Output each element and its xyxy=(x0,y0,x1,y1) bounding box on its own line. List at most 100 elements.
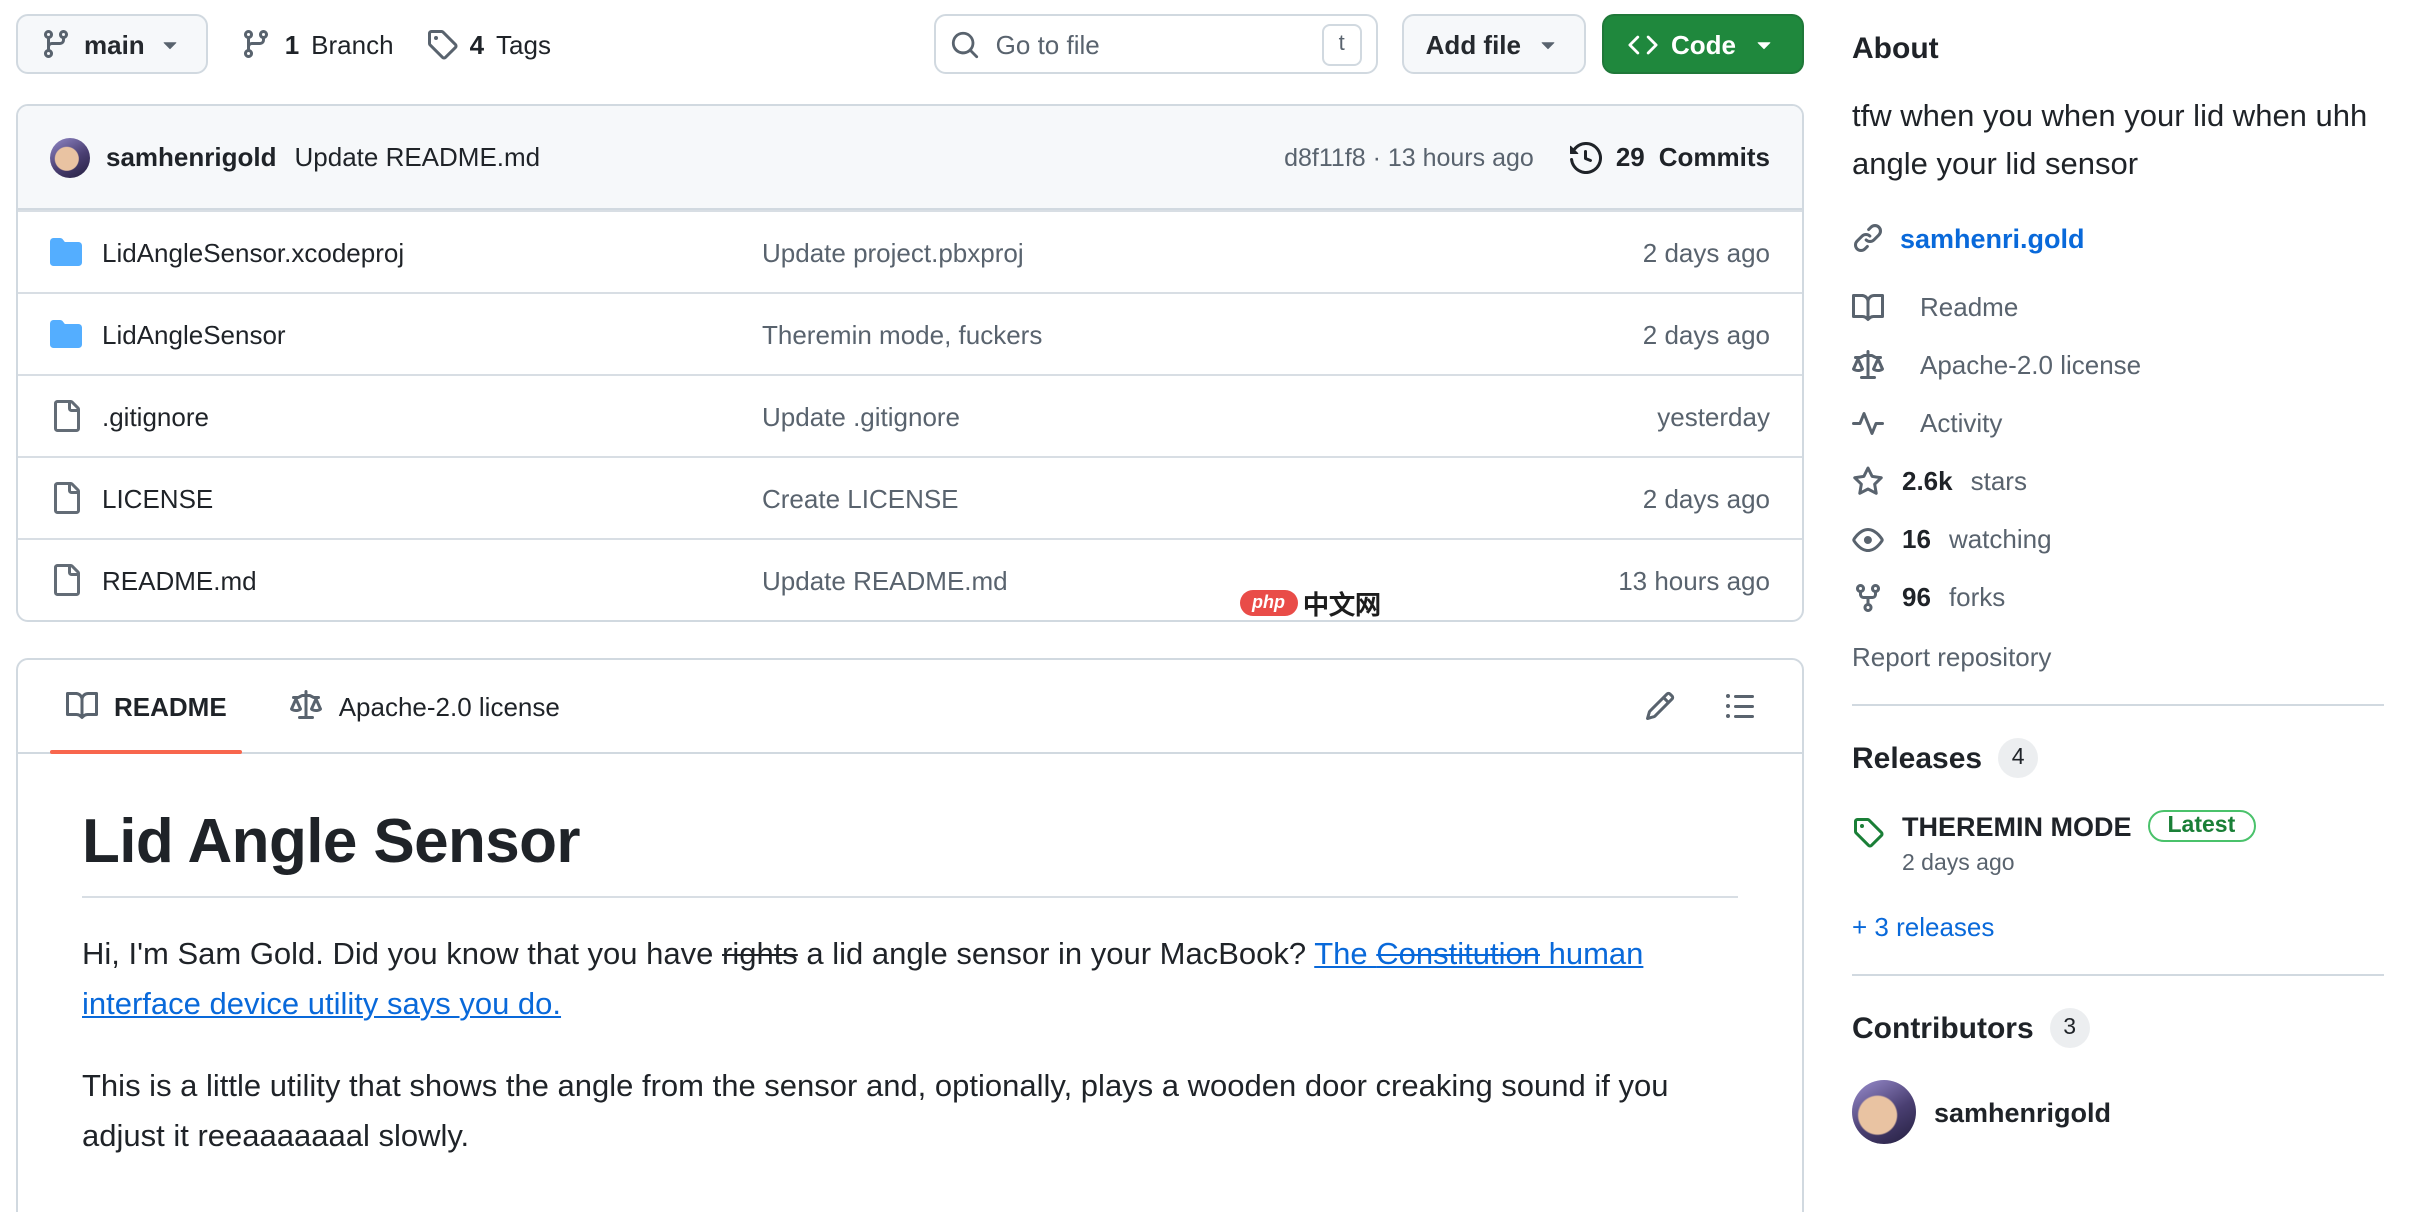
meta-label: Apache-2.0 license xyxy=(1920,350,2141,380)
watermark-text: 中文网 xyxy=(1303,584,1381,622)
branches-link[interactable]: 1 Branch xyxy=(241,28,394,60)
meta-label: Activity xyxy=(1920,408,2002,438)
list-icon xyxy=(1724,690,1756,722)
text: a lid angle sensor in your MacBook? xyxy=(798,938,1314,972)
file-link[interactable]: LidAngleSensor.xcodeproj xyxy=(50,236,762,268)
sidebar: About tfw when you when your lid when uh… xyxy=(1804,12,2416,1212)
releases-heading[interactable]: Releases xyxy=(1852,741,1982,775)
struck-link-text: Constitution xyxy=(1376,938,1540,972)
fork-icon xyxy=(1852,581,1884,613)
shortcut-key-badge: t xyxy=(1322,23,1362,65)
branch-selector-button[interactable]: main xyxy=(16,14,209,74)
add-file-button[interactable]: Add file xyxy=(1402,14,1585,74)
commit-sha-time[interactable]: d8f11f8 · 13 hours ago xyxy=(1284,143,1534,171)
report-repository-link[interactable]: Report repository xyxy=(1852,642,2384,672)
commit-message-cell[interactable]: Create LICENSE xyxy=(762,483,1430,513)
branch-count-label: Branch xyxy=(311,29,393,59)
file-link[interactable]: .gitignore xyxy=(50,400,762,432)
commit-message-cell[interactable]: Update .gitignore xyxy=(762,401,1430,431)
latest-release: THEREMIN MODE Latest 2 days ago xyxy=(1852,810,2384,876)
link-text: The xyxy=(1314,938,1376,972)
commit-history-link[interactable]: 29 Commits xyxy=(1570,141,1770,173)
chevron-down-icon xyxy=(1533,30,1561,58)
watermark-badge: php xyxy=(1240,590,1297,616)
contributor-row[interactable]: samhenrigold xyxy=(1852,1080,2384,1144)
readme-title: Lid Angle Sensor xyxy=(82,806,1738,898)
meta-strong: 2.6k xyxy=(1902,466,1953,496)
avatar[interactable] xyxy=(50,137,90,177)
tag-icon xyxy=(426,28,458,60)
code-button[interactable]: Code xyxy=(1601,14,1804,74)
commit-time-cell: 2 days ago xyxy=(1430,483,1770,513)
tags-link[interactable]: 4 Tags xyxy=(426,28,551,60)
meta-strong: 16 xyxy=(1902,524,1931,554)
more-releases-link[interactable]: + 3 releases xyxy=(1852,912,2384,942)
law-icon xyxy=(1852,349,1884,381)
git-branch-icon xyxy=(40,28,72,60)
commit-time-cell: 2 days ago xyxy=(1430,319,1770,349)
search-input[interactable] xyxy=(992,27,1322,61)
license-link[interactable]: Apache-2.0 license xyxy=(1852,336,2384,394)
add-file-label: Add file xyxy=(1426,29,1521,59)
website-row: samhenri.gold xyxy=(1852,222,2384,254)
readme-panel: README Apache-2.0 license xyxy=(16,658,1804,1212)
repo-description: tfw when you when your lid when uhh angl… xyxy=(1852,94,2384,190)
commit-time-cell: 13 hours ago xyxy=(1430,565,1770,595)
readme-tabbar: README Apache-2.0 license xyxy=(18,660,1802,754)
activity-link[interactable]: Activity xyxy=(1852,394,2384,452)
eye-icon xyxy=(1852,523,1884,555)
watermark: php 中文网 xyxy=(1240,584,1381,622)
commit-message-cell[interactable]: Theremin mode, fuckers xyxy=(762,319,1430,349)
latest-commit-bar: samhenrigold Update README.md d8f11f8 · … xyxy=(18,106,1802,210)
readme-paragraph-1: Hi, I'm Sam Gold. Did you know that you … xyxy=(82,930,1738,1030)
repo-page: main 1 Branch 4 Tags xyxy=(0,0,2416,1212)
readme-link[interactable]: Readme xyxy=(1852,278,2384,336)
code-button-label: Code xyxy=(1671,29,1736,59)
text: Hi, I'm Sam Gold. Did you know that you … xyxy=(82,938,722,972)
avatar xyxy=(1852,1080,1916,1144)
tab-readme[interactable]: README xyxy=(50,660,243,752)
repo-toolbar: main 1 Branch 4 Tags xyxy=(16,12,1804,76)
commit-count-label: Commits xyxy=(1659,142,1770,172)
contributors-count-badge: 3 xyxy=(2050,1008,2090,1048)
link-icon xyxy=(1852,222,1884,254)
outline-button[interactable] xyxy=(1710,676,1770,736)
law-icon xyxy=(291,690,323,722)
releases-count-badge: 4 xyxy=(1998,738,2038,778)
stars-link[interactable]: 2.6kstars xyxy=(1852,452,2384,510)
commit-message-cell[interactable]: Update project.pbxproj xyxy=(762,237,1430,267)
commit-count: 29 xyxy=(1616,142,1645,172)
tab-readme-label: README xyxy=(114,691,227,721)
star-icon xyxy=(1852,465,1884,497)
release-name[interactable]: THEREMIN MODE xyxy=(1902,811,2132,841)
contributor-name: samhenrigold xyxy=(1934,1097,2111,1127)
table-row: LidAngleSensor.xcodeproj Update project.… xyxy=(18,210,1802,292)
table-row: README.md Update README.md 13 hours ago xyxy=(18,538,1802,620)
forks-link[interactable]: 96forks xyxy=(1852,568,2384,626)
divider xyxy=(1852,704,2384,706)
tag-count: 4 xyxy=(470,29,484,59)
watching-link[interactable]: 16 watching xyxy=(1852,510,2384,568)
book-icon xyxy=(1852,291,1884,323)
meta-label: watching xyxy=(1949,524,2052,554)
chevron-down-icon xyxy=(157,30,185,58)
file-link[interactable]: LidAngleSensor xyxy=(50,318,762,350)
tab-license[interactable]: Apache-2.0 license xyxy=(275,660,576,752)
contributors-heading[interactable]: Contributors xyxy=(1852,1011,2034,1045)
edit-readme-button[interactable] xyxy=(1630,676,1690,736)
commit-time-cell: yesterday xyxy=(1430,401,1770,431)
divider xyxy=(1852,974,2384,976)
commit-author[interactable]: samhenrigold xyxy=(106,142,277,172)
latest-badge[interactable]: Latest xyxy=(2148,810,2256,842)
file-link[interactable]: README.md xyxy=(50,564,762,596)
table-row: LidAngleSensor Theremin mode, fuckers 2 … xyxy=(18,292,1802,374)
file-icon xyxy=(50,400,82,432)
current-branch-label: main xyxy=(84,29,145,59)
pencil-icon xyxy=(1644,690,1676,722)
file-link[interactable]: LICENSE xyxy=(50,482,762,514)
website-link[interactable]: samhenri.gold xyxy=(1900,223,2085,253)
go-to-file-search[interactable]: t xyxy=(934,14,1378,74)
readme-paragraph-2: This is a little utility that shows the … xyxy=(82,1062,1738,1162)
contributors-heading-row: Contributors 3 xyxy=(1852,1008,2384,1048)
commit-message-link[interactable]: Update README.md xyxy=(295,142,541,172)
